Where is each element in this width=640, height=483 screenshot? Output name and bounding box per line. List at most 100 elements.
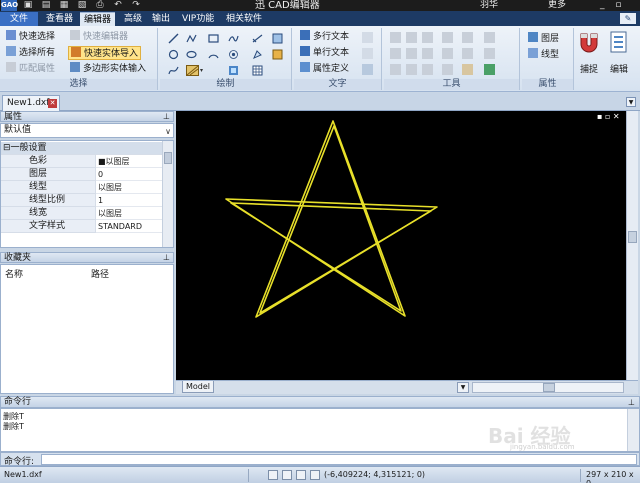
scroll-thumb[interactable] bbox=[628, 231, 637, 243]
close-tab-icon[interactable]: ✕ bbox=[48, 99, 57, 108]
circle-icon[interactable] bbox=[168, 49, 179, 60]
app-logo[interactable]: GAO bbox=[1, 0, 18, 11]
tab-related-software[interactable]: 相关软件 bbox=[222, 12, 266, 26]
new-icon[interactable]: ▣ bbox=[22, 1, 34, 10]
join-icon[interactable] bbox=[462, 48, 473, 59]
rectangle-icon[interactable] bbox=[208, 33, 219, 44]
linetype-button[interactable]: 线型 bbox=[528, 48, 559, 62]
more-link[interactable]: 更多 bbox=[548, 0, 566, 11]
property-row[interactable]: 线型 以图层 bbox=[1, 181, 163, 194]
undo-icon[interactable]: ↶ bbox=[112, 1, 124, 10]
drawing-canvas[interactable]: ▪ ▫ ✕ bbox=[176, 111, 626, 380]
property-row[interactable]: 图层 0 bbox=[1, 168, 163, 181]
layout-dropdown[interactable]: ▼ bbox=[457, 382, 469, 393]
command-scrollbar[interactable] bbox=[627, 409, 639, 451]
region-icon[interactable] bbox=[252, 49, 263, 60]
recycle-icon[interactable] bbox=[484, 64, 495, 75]
line-icon[interactable] bbox=[168, 33, 179, 44]
property-row[interactable]: 文字样式 STANDARD bbox=[1, 220, 163, 233]
offset-icon[interactable] bbox=[484, 32, 495, 43]
pin-icon[interactable]: ⊥ bbox=[163, 112, 170, 122]
quick-editor-button[interactable]: 快速编辑器 bbox=[70, 30, 128, 44]
drawing-window-controls[interactable]: ▪ ▫ ✕ bbox=[597, 112, 620, 121]
dimension-icon[interactable] bbox=[252, 33, 263, 44]
stext-button[interactable]: 单行文本 bbox=[300, 46, 349, 60]
move-icon[interactable] bbox=[390, 32, 401, 43]
block-icon[interactable] bbox=[272, 49, 283, 60]
attdef-button[interactable]: 属性定义 bbox=[300, 62, 349, 76]
snap-mode-icon[interactable] bbox=[268, 470, 278, 480]
star-drawing[interactable] bbox=[176, 111, 626, 380]
help-icon[interactable]: ✎ bbox=[620, 13, 636, 24]
extend-icon[interactable] bbox=[422, 48, 433, 59]
horizontal-scrollbar[interactable] bbox=[472, 382, 624, 393]
text-style-icon[interactable] bbox=[362, 32, 373, 43]
rotate-icon[interactable] bbox=[422, 32, 433, 43]
tab-file[interactable]: 文件 bbox=[0, 12, 38, 26]
tab-editor[interactable]: 编辑器 bbox=[80, 12, 116, 26]
property-row[interactable]: 线型比例 1 bbox=[1, 194, 163, 207]
image-icon[interactable] bbox=[228, 65, 239, 76]
edit-button[interactable]: 编辑 bbox=[604, 30, 634, 78]
array-icon[interactable] bbox=[390, 48, 401, 59]
column-header-path[interactable]: 路径 bbox=[91, 267, 109, 280]
properties-selection-dropdown[interactable]: 默认值 ∨ bbox=[0, 123, 174, 138]
property-row[interactable]: 线宽 以图层 bbox=[1, 207, 163, 220]
point-icon[interactable] bbox=[228, 49, 239, 60]
arc-icon[interactable] bbox=[208, 49, 219, 60]
column-header-name[interactable]: 名称 bbox=[5, 267, 23, 280]
trim-icon[interactable] bbox=[406, 48, 417, 59]
explode-icon[interactable] bbox=[484, 48, 495, 59]
pin-icon[interactable]: ⊥ bbox=[163, 253, 170, 263]
scroll-thumb[interactable] bbox=[164, 152, 172, 164]
hatch-tool-icon[interactable] bbox=[272, 33, 283, 44]
vertical-scrollbar[interactable] bbox=[626, 111, 638, 380]
print-icon[interactable]: ⎙ bbox=[94, 1, 106, 10]
property-section[interactable]: ⊟一般设置 bbox=[1, 142, 163, 155]
lengthen-icon[interactable] bbox=[442, 64, 453, 75]
saveas-icon[interactable]: ▧ bbox=[76, 1, 88, 10]
fillet-icon[interactable] bbox=[390, 64, 401, 75]
polygon-entity-input-button[interactable]: 多边形实体输入 bbox=[70, 62, 146, 76]
spline-icon[interactable] bbox=[228, 33, 239, 44]
property-row[interactable]: 色彩 ■以图层 bbox=[1, 155, 163, 168]
grid-icon[interactable] bbox=[282, 470, 292, 480]
freehand-icon[interactable] bbox=[168, 65, 179, 76]
chamfer-icon[interactable] bbox=[406, 64, 417, 75]
polar-icon[interactable] bbox=[310, 470, 320, 480]
ellipse-icon[interactable] bbox=[186, 49, 197, 60]
tab-advanced[interactable]: 高级 bbox=[120, 12, 146, 26]
open-icon[interactable]: ▤ bbox=[40, 1, 52, 10]
layers-button[interactable]: 图层 bbox=[528, 32, 559, 46]
model-tab[interactable]: Model bbox=[182, 381, 214, 393]
table-icon[interactable] bbox=[252, 65, 263, 76]
mtext-button[interactable]: 多行文本 bbox=[300, 30, 349, 44]
pin-icon[interactable]: ⊥ bbox=[628, 397, 635, 408]
ortho-icon[interactable] bbox=[296, 470, 306, 480]
mirror-icon[interactable] bbox=[462, 32, 473, 43]
document-tab[interactable]: New1.dxf ✕ bbox=[2, 95, 60, 111]
tab-viewer[interactable]: 查看器 bbox=[42, 12, 77, 26]
properties-scrollbar[interactable] bbox=[162, 141, 173, 247]
save-icon[interactable]: ▦ bbox=[58, 1, 70, 10]
hatch-pattern-dropdown[interactable] bbox=[186, 65, 206, 76]
select-all-button[interactable]: 选择所有 bbox=[6, 46, 55, 60]
quick-select-button[interactable]: 快速选择 bbox=[6, 30, 55, 44]
user-name[interactable]: 羽华 bbox=[480, 0, 498, 11]
scale-icon[interactable] bbox=[442, 32, 453, 43]
redo-icon[interactable]: ↷ bbox=[130, 1, 142, 10]
erase-icon[interactable] bbox=[462, 64, 473, 75]
tab-output[interactable]: 输出 bbox=[148, 12, 174, 26]
scroll-thumb[interactable] bbox=[543, 383, 555, 392]
polyline-icon[interactable] bbox=[186, 33, 197, 44]
collapse-icon[interactable]: ⊟ bbox=[3, 143, 11, 153]
break-icon[interactable] bbox=[442, 48, 453, 59]
snap-button[interactable]: 捕捉 bbox=[574, 30, 604, 78]
match-props-button[interactable]: 匹配属性 bbox=[6, 62, 55, 76]
tab-vip[interactable]: VIP功能 bbox=[178, 12, 218, 26]
text-find-icon[interactable] bbox=[362, 64, 373, 75]
text-edit-icon[interactable] bbox=[362, 48, 373, 59]
command-input[interactable] bbox=[41, 454, 637, 465]
document-list-dropdown[interactable]: ▼ bbox=[626, 97, 636, 107]
quick-entity-import-button[interactable]: 快速实体导入 bbox=[68, 46, 142, 60]
